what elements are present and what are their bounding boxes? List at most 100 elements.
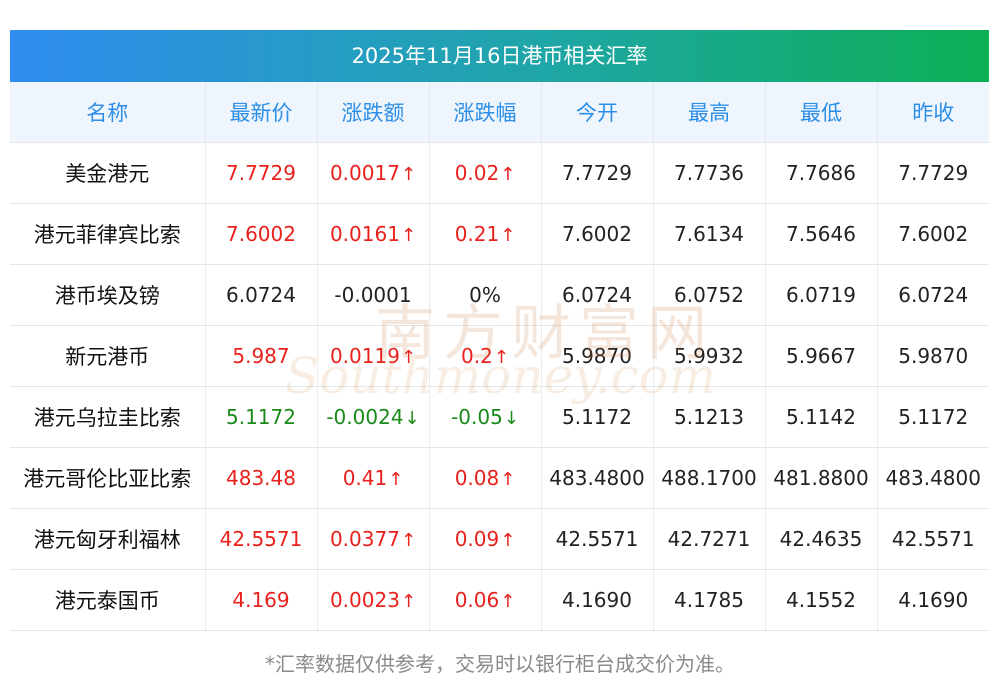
cell-prev-close-value: 6.0724 [898, 283, 969, 307]
cell-prev-close-value: 4.1690 [898, 588, 969, 612]
cell-latest: 5.1172 [205, 386, 318, 448]
cell-open: 4.1690 [541, 569, 654, 631]
cell-latest-value: 5.987 [232, 344, 290, 368]
cell-latest: 7.7729 [205, 142, 318, 204]
cell-name-value: 新元港币 [65, 345, 150, 369]
arrow-up-icon: ↑ [400, 164, 417, 185]
cell-high: 6.0752 [653, 264, 766, 326]
cell-name: 港元哥伦比亚比索 [10, 447, 206, 509]
cell-change: 0.0017↑ [317, 142, 430, 204]
cell-latest: 6.0724 [205, 264, 318, 326]
cell-low-value: 6.0719 [786, 283, 856, 307]
cell-prev-close: 7.6002 [877, 203, 989, 265]
cell-latest-value: 7.7729 [226, 161, 296, 185]
cell-prev-close: 6.0724 [877, 264, 989, 326]
cell-change-pct-value: 0.06 [454, 588, 500, 612]
cell-prev-close-value: 5.9870 [898, 344, 969, 368]
cell-change: -0.0001 [317, 264, 430, 326]
cell-open-value: 5.9870 [562, 344, 632, 368]
cell-open-value: 5.1172 [562, 405, 632, 429]
cell-prev-close-value: 42.5571 [891, 527, 975, 551]
table-row: 美金港元 7.7729 0.0017↑ 0.02↑ 7.7729 7.7736 7.7686… [10, 142, 989, 204]
arrow-up-icon: ↑ [500, 225, 516, 246]
arrow-up-icon: ↑ [500, 530, 516, 551]
cell-change-value: 0.0119 [329, 344, 400, 368]
cell-low: 5.1142 [765, 386, 878, 448]
table-row: 港元乌拉圭比索 5.1172 -0.0024↓ -0.05↓ 5.1172 5.1213 5… [10, 386, 989, 448]
cell-low: 42.4635 [765, 508, 878, 570]
cell-prev-close-value: 483.4800 [885, 466, 981, 490]
rate-table-card: 2025年11月16日港币相关汇率 名称 最新价 涨跌额 涨跌幅 今开 最高 最… [10, 30, 989, 631]
cell-open: 6.0724 [541, 264, 654, 326]
cell-high-value: 5.9932 [674, 344, 744, 368]
table-row: 新元港币 5.987 0.0119↑ 0.2↑ 5.9870 5.9932 5.9667 5.… [10, 325, 989, 387]
cell-open: 5.9870 [541, 325, 654, 387]
cell-latest-value: 4.169 [232, 588, 290, 612]
cell-open-value: 7.6002 [562, 222, 632, 246]
arrow-up-icon: ↑ [400, 347, 417, 368]
cell-name-value: 港元菲律宾比索 [33, 223, 181, 247]
cell-name-value: 港币埃及镑 [54, 284, 160, 308]
column-header-high: 最高 [653, 82, 766, 143]
cell-latest-value: 6.0724 [226, 283, 296, 307]
cell-high-value: 4.1785 [674, 588, 744, 612]
arrow-up-icon: ↑ [500, 164, 516, 185]
cell-change-pct-value: -0.05 [451, 405, 503, 429]
cell-high: 5.9932 [653, 325, 766, 387]
cell-name: 港元乌拉圭比索 [10, 386, 206, 448]
cell-open: 483.4800 [541, 447, 654, 509]
table-row: 港元哥伦比亚比索 483.48 0.41↑ 0.08↑ 483.4800 488.1700… [10, 447, 989, 509]
cell-high: 4.1785 [653, 569, 766, 631]
cell-high: 7.6134 [653, 203, 766, 265]
cell-open: 7.6002 [541, 203, 654, 265]
cell-change-value: -0.0024 [326, 405, 404, 429]
table-title: 2025年11月16日港币相关汇率 [10, 30, 989, 82]
cell-change-value: 0.0023 [329, 588, 400, 612]
cell-high: 42.7271 [653, 508, 766, 570]
arrow-down-icon: ↓ [404, 408, 420, 429]
table-body: 美金港元 7.7729 0.0017↑ 0.02↑ 7.7729 7.7736 7.7686… [10, 142, 989, 631]
column-header-low: 最低 [765, 82, 878, 143]
cell-low-value: 4.1552 [786, 588, 856, 612]
cell-change: 0.0023↑ [317, 569, 430, 631]
cell-change-pct-value: 0.02 [454, 161, 500, 185]
table-header-row: 名称 最新价 涨跌额 涨跌幅 今开 最高 最低 昨收 [10, 82, 989, 143]
column-header-name: 名称 [10, 82, 206, 143]
cell-name: 美金港元 [10, 142, 206, 204]
cell-name-value: 美金港元 [65, 162, 150, 186]
column-header-prev-close: 昨收 [877, 82, 989, 143]
cell-prev-close: 5.1172 [877, 386, 989, 448]
cell-change: 0.41↑ [317, 447, 430, 509]
table-row: 港元菲律宾比索 7.6002 0.0161↑ 0.21↑ 7.6002 7.6134 7.5… [10, 203, 989, 265]
arrow-up-icon: ↑ [400, 591, 417, 612]
cell-open-value: 6.0724 [562, 283, 632, 307]
cell-latest: 7.6002 [205, 203, 318, 265]
table-row: 港币埃及镑 6.0724 -0.0001 0% 6.0724 6.0752 6.0719 6.… [10, 264, 989, 326]
cell-low: 4.1552 [765, 569, 878, 631]
rate-table: 名称 最新价 涨跌额 涨跌幅 今开 最高 最低 昨收 美金港元 7.7729 0.0… [10, 82, 989, 631]
cell-name: 港元菲律宾比索 [10, 203, 206, 265]
cell-latest-value: 7.6002 [226, 222, 296, 246]
cell-change-value: 0.0161 [329, 222, 400, 246]
cell-open-value: 7.7729 [562, 161, 632, 185]
cell-prev-close: 4.1690 [877, 569, 989, 631]
cell-change-value: 0.0377 [329, 527, 400, 551]
cell-low-value: 7.7686 [786, 161, 856, 185]
cell-low: 7.5646 [765, 203, 878, 265]
arrow-down-icon: ↓ [503, 408, 519, 429]
column-header-open: 今开 [541, 82, 654, 143]
cell-name: 港元泰国币 [10, 569, 206, 631]
cell-prev-close-value: 7.7729 [898, 161, 969, 185]
cell-latest: 4.169 [205, 569, 318, 631]
cell-low-value: 481.8800 [773, 466, 869, 490]
cell-change: 0.0161↑ [317, 203, 430, 265]
cell-prev-close: 7.7729 [877, 142, 989, 204]
cell-open: 5.1172 [541, 386, 654, 448]
arrow-up-icon: ↑ [400, 530, 417, 551]
cell-change-pct-value: 0.09 [454, 527, 500, 551]
cell-name-value: 港元乌拉圭比索 [33, 406, 181, 430]
cell-change-value: 0.41 [342, 466, 388, 490]
cell-name: 新元港币 [10, 325, 206, 387]
cell-low: 481.8800 [765, 447, 878, 509]
cell-prev-close: 5.9870 [877, 325, 989, 387]
